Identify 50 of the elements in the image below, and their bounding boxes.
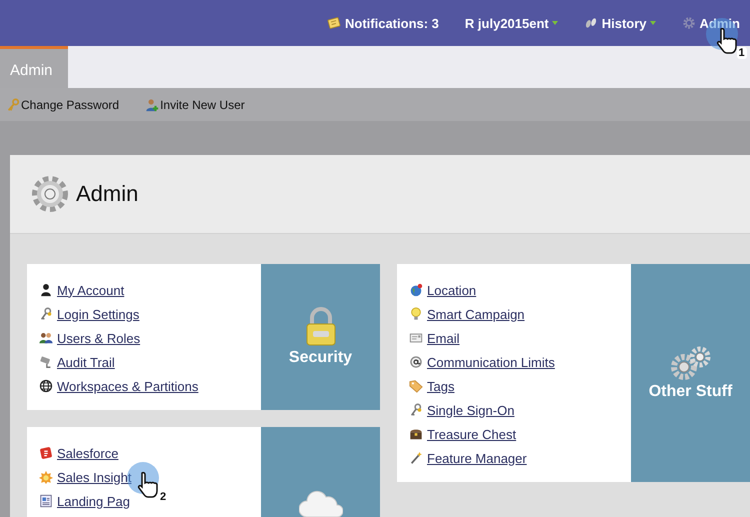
keys-icon bbox=[409, 403, 423, 417]
admin-link[interactable]: Tags bbox=[427, 378, 454, 394]
admin-link[interactable]: Smart Campaign bbox=[427, 306, 525, 322]
nav-item[interactable]: Notifications: 3 bbox=[327, 16, 439, 30]
nav-item[interactable]: R july2015ent bbox=[464, 16, 549, 30]
camera-icon bbox=[39, 355, 53, 369]
admin-link[interactable]: Users & Roles bbox=[57, 330, 140, 346]
toolbar-button[interactable]: Invite New User bbox=[145, 98, 245, 112]
padlock-icon bbox=[304, 307, 338, 347]
admin-link[interactable]: Landing Pag bbox=[57, 494, 130, 508]
globe-icon bbox=[409, 283, 423, 297]
admin-link[interactable]: My Account bbox=[57, 282, 124, 298]
logo-icon bbox=[39, 446, 53, 460]
wand-icon bbox=[409, 451, 423, 465]
admin-link[interactable]: Salesforce bbox=[57, 446, 118, 460]
keys-icon bbox=[39, 307, 53, 321]
admin-link[interactable]: Single Sign-On bbox=[427, 402, 514, 418]
admin-link[interactable]: Sales Insight bbox=[57, 470, 132, 484]
footprints-icon bbox=[584, 16, 598, 30]
starburst-icon bbox=[39, 470, 53, 484]
admin-link[interactable]: Feature Manager bbox=[427, 450, 527, 466]
tile-label: Security bbox=[288, 349, 352, 367]
chest-icon bbox=[409, 427, 423, 441]
users-icon bbox=[39, 331, 53, 345]
settings-icon bbox=[682, 16, 696, 30]
page-title: Admin bbox=[76, 181, 138, 207]
admin-link[interactable]: Workspaces & Partitions bbox=[57, 378, 198, 394]
toolbar-button[interactable]: Change Password bbox=[6, 98, 120, 112]
gears-icon bbox=[670, 345, 712, 381]
at-sign-icon bbox=[409, 355, 423, 369]
admin-link[interactable]: Audit Trail bbox=[57, 354, 115, 370]
tag-icon bbox=[409, 379, 423, 393]
admin-link[interactable]: Location bbox=[427, 282, 476, 298]
settings-icon bbox=[30, 174, 70, 214]
add-user-icon bbox=[145, 98, 160, 112]
admin-link[interactable]: Treasure Chest bbox=[427, 426, 516, 442]
step-number: 2 bbox=[158, 491, 168, 503]
admin-link[interactable]: Login Settings bbox=[57, 306, 140, 322]
key-icon bbox=[6, 98, 20, 112]
person-icon bbox=[39, 283, 53, 297]
nav-item[interactable]: History bbox=[584, 16, 647, 30]
lightbulb-icon bbox=[409, 307, 423, 321]
envelope-icon bbox=[409, 331, 423, 345]
admin-link[interactable]: Email bbox=[427, 330, 460, 346]
note-icon bbox=[327, 16, 342, 30]
tile-label: Other Stuff bbox=[648, 383, 732, 401]
globe-icon bbox=[39, 379, 53, 393]
page-icon bbox=[39, 494, 53, 508]
category-tile[interactable] bbox=[261, 427, 380, 517]
admin-link[interactable]: Communication Limits bbox=[427, 354, 555, 370]
